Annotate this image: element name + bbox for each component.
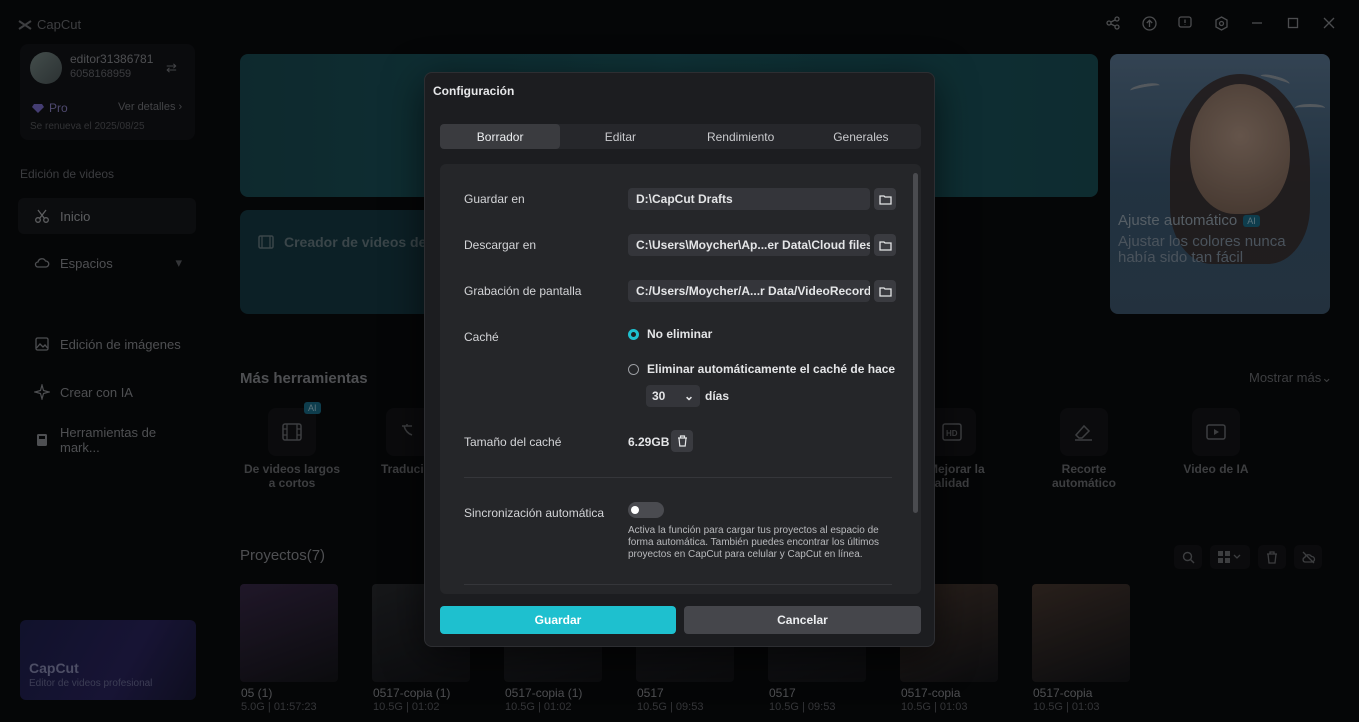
settings-tabs: Borrador Editar Rendimiento Generales bbox=[440, 124, 921, 149]
divider bbox=[464, 584, 892, 585]
radio-selected[interactable] bbox=[628, 328, 639, 340]
save-in-path[interactable]: D:\CapCut Drafts bbox=[628, 188, 870, 210]
days-select-value: 30 bbox=[652, 389, 666, 403]
download-in-path[interactable]: C:\Users\Moycher\Ap...er Data\Cloud file… bbox=[628, 234, 870, 256]
cache-option-keep[interactable]: No eliminar bbox=[628, 327, 712, 341]
cache-size-value: 6.29GB bbox=[628, 435, 670, 449]
screen-recording-label: Grabación de pantalla bbox=[464, 284, 582, 298]
cache-label: Caché bbox=[464, 330, 499, 344]
cache-option-auto-label: Eliminar automáticamente el caché de hac… bbox=[647, 362, 896, 376]
screen-recording-folder-button[interactable] bbox=[874, 280, 896, 302]
auto-sync-toggle[interactable] bbox=[628, 502, 664, 518]
cancel-button[interactable]: Cancelar bbox=[684, 606, 921, 634]
tab-rendimiento[interactable]: Rendimiento bbox=[681, 124, 801, 149]
days-select[interactable]: 30 ⌄ bbox=[646, 385, 700, 407]
save-in-folder-button[interactable] bbox=[874, 188, 896, 210]
dialog-title: Configuración bbox=[433, 84, 515, 98]
cache-option-keep-label: No eliminar bbox=[647, 327, 713, 341]
tab-generales[interactable]: Generales bbox=[801, 124, 921, 149]
folder-icon bbox=[878, 240, 892, 251]
trash-icon bbox=[677, 435, 687, 447]
cache-option-auto[interactable]: Eliminar automáticamente el caché de hac… bbox=[628, 362, 895, 376]
clear-cache-button[interactable] bbox=[671, 430, 693, 452]
days-unit: días bbox=[705, 389, 730, 403]
settings-panel: Guardar en D:\CapCut Drafts Descargar en… bbox=[440, 164, 921, 594]
chevron-down-icon: ⌄ bbox=[683, 389, 694, 403]
settings-dialog: Configuración Borrador Editar Rendimient… bbox=[424, 72, 935, 647]
tab-editar[interactable]: Editar bbox=[560, 124, 680, 149]
tab-borrador[interactable]: Borrador bbox=[440, 124, 561, 149]
screen-recording-path[interactable]: C:/Users/Moycher/A...r Data/VideoRecord bbox=[628, 280, 870, 302]
download-in-label: Descargar en bbox=[464, 238, 537, 252]
auto-sync-label: Sincronización automática bbox=[464, 506, 605, 520]
auto-sync-description: Activa la función para cargar tus proyec… bbox=[628, 525, 880, 560]
folder-icon bbox=[878, 194, 892, 205]
save-in-label: Guardar en bbox=[464, 192, 525, 206]
download-in-folder-button[interactable] bbox=[874, 234, 896, 256]
divider bbox=[464, 477, 892, 478]
cache-size-label: Tamaño del caché bbox=[464, 435, 562, 449]
folder-icon bbox=[878, 286, 892, 297]
save-button[interactable]: Guardar bbox=[440, 606, 676, 634]
radio-unselected[interactable] bbox=[628, 363, 639, 375]
scrollbar[interactable] bbox=[913, 173, 918, 513]
